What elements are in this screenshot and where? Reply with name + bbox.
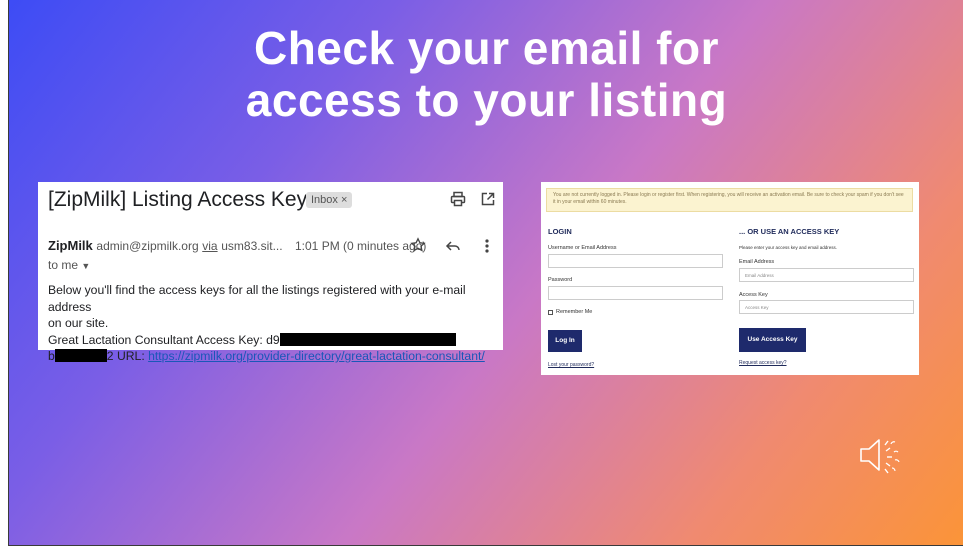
star-icon[interactable] — [410, 237, 426, 258]
access-key-label: Access Key — [739, 292, 768, 298]
slide-title-line-2: access to your listing — [245, 74, 728, 126]
sender-line: ZipMilk admin@zipmilk.org via usm83.sit.… — [48, 238, 283, 253]
username-input[interactable] — [548, 254, 723, 268]
email-screenshot: [ZipMilk] Listing Access Keys Inbox × Zi… — [38, 182, 503, 363]
log-in-button[interactable]: Log In — [548, 330, 582, 352]
email-address-label: Email Address — [739, 259, 775, 265]
redaction-bar — [54, 349, 107, 362]
email-address-input[interactable]: Email Address — [739, 268, 914, 282]
listing-url-link[interactable]: https://zipmilk.org/provider-directory/g… — [148, 349, 485, 363]
login-notice: You are not currently logged in. Please … — [546, 188, 913, 212]
access-key-label: Great Lactation Consultant Access Key: d… — [48, 332, 280, 347]
recipient-text: to me — [48, 258, 79, 272]
via-link[interactable]: via — [202, 239, 217, 253]
via-server: usm83.sit... — [221, 239, 283, 253]
chevron-down-icon: ▼ — [81, 261, 91, 271]
body-line-3: Great Lactation Consultant Access Key: d… — [48, 332, 500, 349]
recipient-line[interactable]: to me ▼ — [48, 258, 90, 272]
body-line-4: b 2 URL: https://zipmilk.org/provider-dir… — [48, 348, 500, 365]
access-key-heading: ... OR USE AN ACCESS KEY — [739, 227, 840, 236]
speaker-icon[interactable] — [858, 435, 902, 480]
access-key-input[interactable]: Access Key — [739, 300, 914, 314]
email-subject: [ZipMilk] Listing Access Keys — [48, 188, 318, 211]
body-line-2: on our site. — [48, 316, 109, 330]
email-body: Below you'll find the access keys for al… — [48, 282, 500, 365]
open-in-new-icon[interactable] — [480, 191, 496, 212]
sender-address: admin@zipmilk.org — [96, 239, 199, 253]
url-label: 2 URL: — [106, 349, 149, 363]
slide-title: Check your email for access to your list… — [9, 22, 963, 126]
request-access-key-link[interactable]: Request access key? — [739, 360, 787, 366]
slide-title-line-1: Check your email for — [253, 22, 720, 74]
reply-icon[interactable] — [445, 238, 461, 259]
redaction-bar — [279, 332, 456, 346]
password-label: Password — [548, 277, 573, 283]
login-screenshot: You are not currently logged in. Please … — [541, 182, 919, 375]
body-line-1: Below you'll find the access keys for al… — [48, 283, 466, 314]
inbox-badge[interactable]: Inbox × — [306, 192, 353, 208]
remember-me-label: Remember Me — [556, 309, 593, 315]
use-access-key-button[interactable]: Use Access Key — [739, 328, 806, 352]
lost-password-link[interactable]: Lost your password? — [548, 362, 594, 368]
print-icon[interactable] — [450, 191, 466, 212]
more-vert-icon[interactable] — [484, 238, 490, 259]
access-key-instructions: Please enter your access key and email a… — [739, 245, 838, 250]
access-key-prefix: b — [48, 349, 55, 363]
password-input[interactable] — [548, 286, 723, 300]
sender-name: ZipMilk — [48, 238, 93, 253]
email-time: 1:01 PM (0 minutes ago) — [295, 239, 427, 253]
login-heading: LOGIN — [548, 227, 572, 236]
remember-me-checkbox[interactable] — [548, 310, 553, 315]
username-label: Username or Email Address — [548, 245, 617, 251]
